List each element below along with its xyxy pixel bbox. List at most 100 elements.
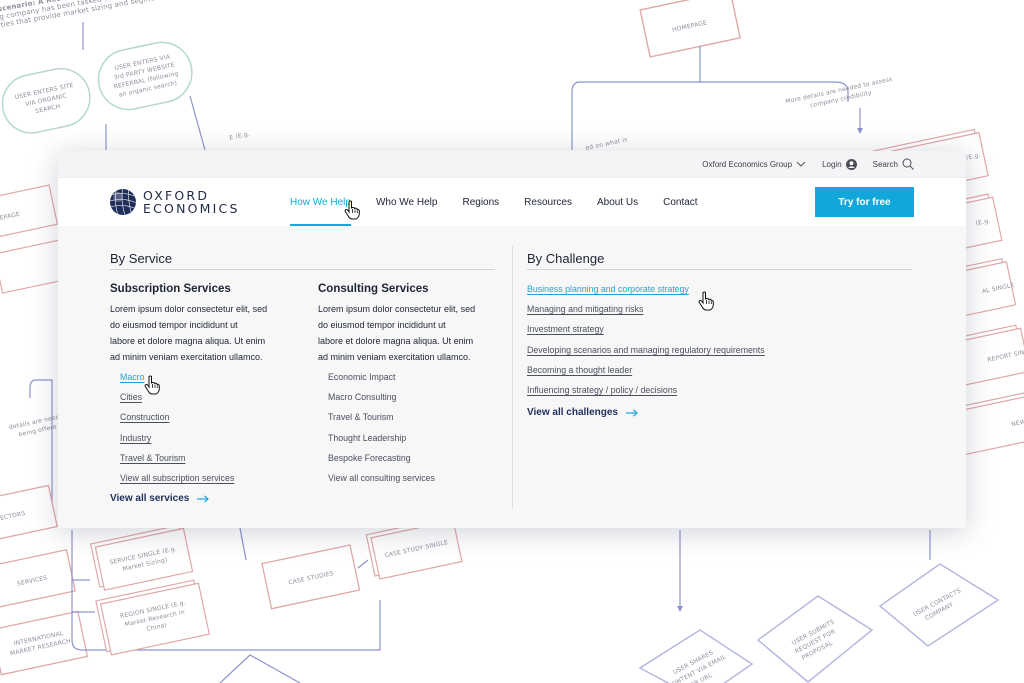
view-all-services-label: View all services xyxy=(110,493,190,504)
note-eg: E (E.g. xyxy=(229,131,251,142)
by-service-rule xyxy=(110,269,495,270)
main-nav: OXFORD ECONOMICS How We Help Who We Help… xyxy=(58,178,966,226)
desc-line: ad minim veniam exercitation ullamco. xyxy=(318,352,471,362)
by-challenge-heading: By Challenge xyxy=(527,251,605,266)
subscription-description: Lorem ipsum dolor consectetur elit, sed … xyxy=(110,301,267,365)
link-thought-leadership[interactable]: Thought Leadership xyxy=(328,433,406,443)
try-for-free-button[interactable]: Try for free xyxy=(815,187,914,217)
arrow-right-icon xyxy=(197,494,210,503)
arrow-right-icon xyxy=(625,408,638,417)
hand-cursor-icon xyxy=(698,291,714,311)
link-industry[interactable]: Industry xyxy=(120,433,151,443)
nav-how-we-help[interactable]: How We Help xyxy=(290,178,351,226)
consulting-services-heading: Consulting Services xyxy=(318,283,429,295)
list-item: Developing scenarios and managing regula… xyxy=(527,345,765,365)
organic-search-node: USER ENTERS SITE VIA ORGANIC SEARCH xyxy=(1,67,91,134)
list-item: Economic Impact xyxy=(328,372,435,392)
case-studies-node: CASE STUDIES xyxy=(261,544,361,610)
desc-line: Lorem ipsum dolor consectetur elit, sed xyxy=(318,304,476,314)
desc-line: labore et dolore magna aliqua. Ut enim xyxy=(318,336,474,346)
nav-label: Resources xyxy=(524,196,572,208)
link-view-all-subscription[interactable]: View all subscription services xyxy=(120,473,234,483)
link-construction[interactable]: Construction xyxy=(120,412,169,422)
list-item: Macro Consulting xyxy=(328,392,435,412)
link-managing-risks[interactable]: Managing and mitigating risks xyxy=(527,304,643,314)
link-thought-leader[interactable]: Becoming a thought leader xyxy=(527,365,632,375)
international-node: INTERNATIONAL MARKET RESEARCH xyxy=(0,610,89,676)
mega-menu: By Service Subscription Services Lorem i… xyxy=(58,226,966,528)
list-item: Industry xyxy=(120,433,234,453)
nav-resources[interactable]: Resources xyxy=(524,178,572,226)
link-macro-consulting[interactable]: Macro Consulting xyxy=(328,392,396,402)
chevron-down-icon xyxy=(796,161,806,167)
desc-line: Lorem ipsum dolor consectetur elit, sed xyxy=(110,304,268,314)
nav-who-we-help[interactable]: Who We Help xyxy=(376,178,438,226)
list-item: Construction xyxy=(120,412,234,432)
user-shares-node: USER SHARES CONTENT VIA EMAIL OR URL xyxy=(638,629,754,683)
homepage-top-node: HOMEPAGE xyxy=(639,0,741,58)
nav-label: How We Help xyxy=(290,196,351,208)
nav-label: Regions xyxy=(462,196,500,208)
user-submits-node: USER SUBMITS REQUEST FOR PROPOSAL xyxy=(756,595,874,683)
utility-bar: Oxford Economics Group Login Search xyxy=(58,151,966,178)
list-item: View all subscription services xyxy=(120,473,234,493)
region-single-node: REGION SINGLE (E.g. Market Research in C… xyxy=(95,579,210,656)
referral-node: USER ENTERS VIA 3rd PARTY WEBSITE REFERR… xyxy=(97,41,193,111)
by-service-heading: By Service xyxy=(110,251,173,266)
search-label: Search xyxy=(872,159,898,169)
nav-about-us[interactable]: About Us xyxy=(597,178,638,226)
list-item: Travel & Tourism xyxy=(120,453,234,473)
services-node: SERVICES xyxy=(0,548,77,609)
globe-logo-icon xyxy=(110,189,136,215)
link-cities[interactable]: Cities xyxy=(120,392,142,402)
logo-wordmark: OXFORD ECONOMICS xyxy=(143,189,240,215)
consulting-links: Economic Impact Macro Consulting Travel … xyxy=(328,372,435,493)
link-developing-scenarios[interactable]: Developing scenarios and managing regula… xyxy=(527,345,765,355)
service-single-node: SERVICE SINGLE (E.g. Market Sizing) xyxy=(89,524,194,591)
group-link[interactable]: Oxford Economics Group xyxy=(702,160,806,169)
link-business-planning[interactable]: Business planning and corporate strategy xyxy=(527,284,689,294)
challenge-links: Business planning and corporate strategy… xyxy=(527,284,765,405)
nav-contact[interactable]: Contact xyxy=(663,178,697,226)
sectors-node: ECTORS xyxy=(0,484,58,545)
list-item: Thought Leadership xyxy=(328,433,435,453)
list-item: Managing and mitigating risks xyxy=(527,304,765,324)
link-view-all-consulting[interactable]: View all consulting services xyxy=(328,473,435,483)
desc-line: do eiusmod tempor incididunt ut xyxy=(318,320,446,330)
list-item: View all consulting services xyxy=(328,473,435,493)
list-item: Cities xyxy=(120,392,234,412)
hand-cursor-icon xyxy=(344,200,360,220)
group-link-label: Oxford Economics Group xyxy=(702,159,793,169)
link-macro[interactable]: Macro xyxy=(120,372,144,382)
list-item: Travel & Tourism xyxy=(328,412,435,432)
link-economic-impact[interactable]: Economic Impact xyxy=(328,372,395,382)
desc-line: do eiusmod tempor incididunt ut xyxy=(110,320,238,330)
desc-line: labore et dolore magna aliqua. Ut enim xyxy=(110,336,266,346)
link-bespoke-forecasting[interactable]: Bespoke Forecasting xyxy=(328,453,411,463)
list-item: Becoming a thought leader xyxy=(527,365,765,385)
list-item: Investment strategy xyxy=(527,324,765,344)
list-item: Macro xyxy=(120,372,234,392)
link-influencing-strategy[interactable]: Influencing strategy / policy / decision… xyxy=(527,385,677,395)
view-all-services-link[interactable]: View all services xyxy=(110,493,210,504)
subscription-links: Macro Cities Construction Industry Trave… xyxy=(120,372,234,493)
search-icon xyxy=(902,158,914,170)
nav-regions[interactable]: Regions xyxy=(462,178,499,226)
note-based-on: ed on what is xyxy=(585,136,628,152)
link-investment-strategy[interactable]: Investment strategy xyxy=(527,324,604,334)
login-link[interactable]: Login xyxy=(822,158,857,170)
user-icon xyxy=(845,158,857,170)
nav-label: About Us xyxy=(596,196,639,208)
link-travel-tourism[interactable]: Travel & Tourism xyxy=(120,453,186,463)
list-item: Bespoke Forecasting xyxy=(328,453,435,473)
nav-label: Contact xyxy=(663,196,698,208)
by-challenge-rule xyxy=(527,269,912,270)
link-travel-tourism-consulting[interactable]: Travel & Tourism xyxy=(328,412,394,422)
nav-label: Who We Help xyxy=(375,196,438,208)
search-link[interactable]: Search xyxy=(873,158,914,170)
view-all-challenges-label: View all challenges xyxy=(527,407,618,418)
oxford-economics-logo[interactable]: OXFORD ECONOMICS xyxy=(109,188,240,216)
subscription-services-heading: Subscription Services xyxy=(110,283,231,295)
view-all-challenges-link[interactable]: View all challenges xyxy=(527,407,638,418)
login-label: Login xyxy=(822,159,842,169)
